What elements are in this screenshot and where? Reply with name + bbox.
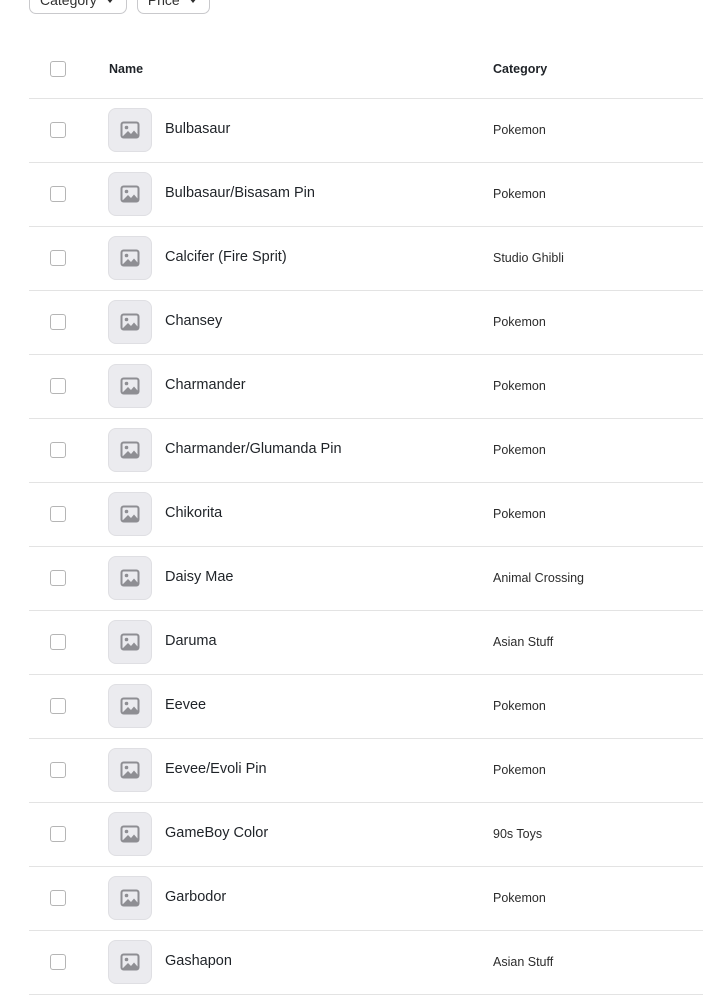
table-row[interactable]: Chikorita Pokemon — [29, 483, 703, 547]
row-checkbox[interactable] — [50, 634, 66, 650]
image-placeholder-icon — [120, 889, 140, 907]
product-name[interactable]: Eevee/Evoli Pin — [165, 761, 267, 777]
row-checkbox[interactable] — [50, 698, 66, 714]
table-row[interactable]: Charmander Pokemon — [29, 355, 703, 419]
product-name[interactable]: Daisy Mae — [165, 569, 234, 585]
product-category: Pokemon — [493, 443, 546, 457]
table-row[interactable]: Eevee/Evoli Pin Pokemon — [29, 739, 703, 803]
product-thumbnail — [108, 364, 152, 408]
row-checkbox[interactable] — [50, 442, 66, 458]
table-row[interactable]: Eevee Pokemon — [29, 675, 703, 739]
select-all-checkbox[interactable] — [50, 61, 66, 77]
image-placeholder-icon — [120, 825, 140, 843]
product-name[interactable]: Bulbasaur — [165, 121, 230, 137]
price-filter-label: Price — [147, 0, 180, 8]
table-row[interactable]: Gashapon Asian Stuff — [29, 931, 703, 995]
product-name[interactable]: Eevee — [165, 697, 206, 713]
product-category: Pokemon — [493, 315, 546, 329]
table-row[interactable]: Calcifer (Fire Sprit) Studio Ghibli — [29, 227, 703, 291]
image-placeholder-icon — [120, 249, 140, 267]
row-checkbox[interactable] — [50, 122, 66, 138]
product-category: Pokemon — [493, 123, 546, 137]
image-placeholder-icon — [120, 569, 140, 587]
table-row[interactable]: Charmander/Glumanda Pin Pokemon — [29, 419, 703, 483]
product-thumbnail — [108, 172, 152, 216]
product-thumbnail — [108, 940, 152, 984]
row-checkbox[interactable] — [50, 762, 66, 778]
product-name[interactable]: Daruma — [165, 633, 217, 649]
row-checkbox[interactable] — [50, 954, 66, 970]
product-thumbnail — [108, 300, 152, 344]
product-category: Animal Crossing — [493, 571, 585, 585]
table-header: Name Category — [29, 38, 703, 99]
chevron-down-icon — [188, 0, 197, 3]
product-name[interactable]: Bulbasaur/Bisasam Pin — [165, 185, 315, 201]
table-row[interactable]: Bulbasaur/Bisasam Pin Pokemon — [29, 163, 703, 227]
product-category: Asian Stuff — [493, 635, 554, 649]
table-row[interactable]: GameBoy Color 90s Toys — [29, 803, 703, 867]
table-body: Bulbasaur Pokemon Bulbasaur/Bisasam Pin … — [29, 99, 703, 995]
product-category: Pokemon — [493, 763, 546, 777]
chevron-down-icon — [105, 0, 114, 3]
filter-bar: Category Price — [29, 0, 210, 14]
row-checkbox[interactable] — [50, 506, 66, 522]
table-row[interactable]: Garbodor Pokemon — [29, 867, 703, 931]
product-name[interactable]: Chansey — [165, 313, 222, 329]
product-thumbnail — [108, 492, 152, 536]
product-list-page: Category Price Name Category Bulbasaur P… — [0, 0, 703, 1000]
category-filter-button[interactable]: Category — [29, 0, 127, 14]
product-category: Pokemon — [493, 187, 546, 201]
row-checkbox[interactable] — [50, 186, 66, 202]
product-table: Name Category Bulbasaur Pokemon Bulbasau… — [29, 38, 703, 995]
image-placeholder-icon — [120, 185, 140, 203]
product-thumbnail — [108, 876, 152, 920]
product-thumbnail — [108, 748, 152, 792]
column-header-category[interactable]: Category — [493, 62, 547, 76]
product-thumbnail — [108, 236, 152, 280]
category-filter-label: Category — [40, 0, 97, 8]
row-checkbox[interactable] — [50, 570, 66, 586]
product-category: Pokemon — [493, 507, 546, 521]
product-name[interactable]: Charmander — [165, 377, 246, 393]
product-name[interactable]: Calcifer (Fire Sprit) — [165, 249, 287, 265]
table-row[interactable]: Daruma Asian Stuff — [29, 611, 703, 675]
product-thumbnail — [108, 684, 152, 728]
image-placeholder-icon — [120, 121, 140, 139]
product-thumbnail — [108, 812, 152, 856]
product-category: Studio Ghibli — [493, 251, 564, 265]
image-placeholder-icon — [120, 953, 140, 971]
row-checkbox[interactable] — [50, 314, 66, 330]
product-category: Pokemon — [493, 891, 546, 905]
product-thumbnail — [108, 428, 152, 472]
row-checkbox[interactable] — [50, 826, 66, 842]
product-thumbnail — [108, 108, 152, 152]
row-checkbox[interactable] — [50, 378, 66, 394]
image-placeholder-icon — [120, 441, 140, 459]
image-placeholder-icon — [120, 761, 140, 779]
product-category: 90s Toys — [493, 827, 543, 841]
product-name[interactable]: Garbodor — [165, 889, 226, 905]
product-name[interactable]: GameBoy Color — [165, 825, 268, 841]
product-thumbnail — [108, 556, 152, 600]
image-placeholder-icon — [120, 313, 140, 331]
product-category: Pokemon — [493, 699, 546, 713]
row-checkbox[interactable] — [50, 890, 66, 906]
table-row[interactable]: Chansey Pokemon — [29, 291, 703, 355]
column-header-name[interactable]: Name — [109, 62, 143, 76]
product-name[interactable]: Chikorita — [165, 505, 222, 521]
product-category: Asian Stuff — [493, 955, 554, 969]
image-placeholder-icon — [120, 377, 140, 395]
price-filter-button[interactable]: Price — [136, 0, 210, 14]
table-row[interactable]: Bulbasaur Pokemon — [29, 99, 703, 163]
product-name[interactable]: Charmander/Glumanda Pin — [165, 441, 342, 457]
image-placeholder-icon — [120, 505, 140, 523]
row-checkbox[interactable] — [50, 250, 66, 266]
product-category: Pokemon — [493, 379, 546, 393]
product-name[interactable]: Gashapon — [165, 953, 232, 969]
image-placeholder-icon — [120, 633, 140, 651]
product-thumbnail — [108, 620, 152, 664]
table-row[interactable]: Daisy Mae Animal Crossing — [29, 547, 703, 611]
image-placeholder-icon — [120, 697, 140, 715]
